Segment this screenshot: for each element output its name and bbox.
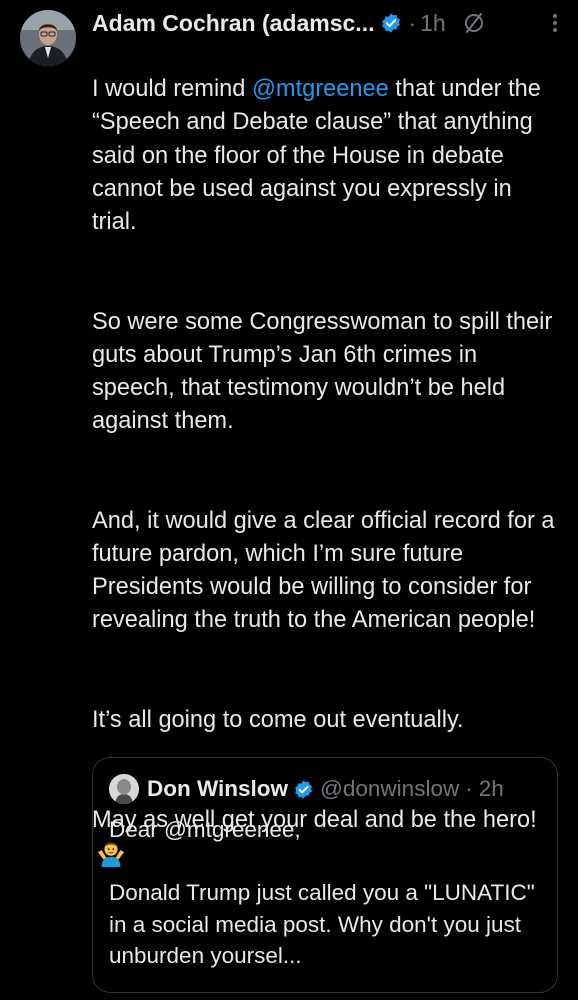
quoted-tweet-card[interactable]: Don Winslow @donwinslow · 2h Dear @mtgre… xyxy=(92,757,558,993)
author-name[interactable]: Adam Cochran (adamsc... xyxy=(92,10,374,37)
quoted-paragraph: Donald Trump just called you a "LUNATIC"… xyxy=(109,880,535,968)
author-avatar[interactable] xyxy=(20,10,76,66)
quoted-tweet-time: 2h xyxy=(478,776,504,801)
more-options-icon[interactable] xyxy=(552,11,558,35)
avatar-portrait-icon xyxy=(20,10,76,66)
tweet-paragraph: And, it would give a clear official reco… xyxy=(92,507,555,634)
grok-icon[interactable] xyxy=(462,11,486,35)
tweet[interactable]: Adam Cochran (adamsc... · 1h I would rem… xyxy=(0,0,578,1000)
verified-badge-icon xyxy=(382,13,401,33)
quoted-author-name[interactable]: Don Winslow xyxy=(147,776,288,802)
tweet-paragraph: So were some Congresswoman to spill thei… xyxy=(92,308,553,435)
tweet-text-prefix: I would remind xyxy=(92,76,252,103)
tweet-time[interactable]: 1h xyxy=(420,10,446,37)
verified-badge-icon xyxy=(295,779,313,799)
tweet-header: Adam Cochran (adamsc... · 1h xyxy=(92,8,558,38)
quoted-author-avatar[interactable] xyxy=(109,774,139,804)
quoted-header-separator: · xyxy=(465,776,473,801)
quoted-tweet-header: Don Winslow @donwinslow · 2h xyxy=(109,774,547,804)
mention-link[interactable]: @mtgreenee xyxy=(252,76,389,102)
quoted-paragraph: Dear @mtgreenee, xyxy=(109,817,301,842)
header-separator: · xyxy=(408,9,417,36)
quoted-tweet-body: Dear @mtgreenee, Donald Trump just calle… xyxy=(109,814,549,972)
avatar-portrait-icon xyxy=(109,774,139,804)
quoted-author-handle[interactable]: @donwinslow xyxy=(320,776,459,802)
tweet-paragraph: It’s all going to come out eventually. xyxy=(92,707,464,734)
tweet-paragraph: I would remind @mtgreenee that under the… xyxy=(92,73,562,239)
